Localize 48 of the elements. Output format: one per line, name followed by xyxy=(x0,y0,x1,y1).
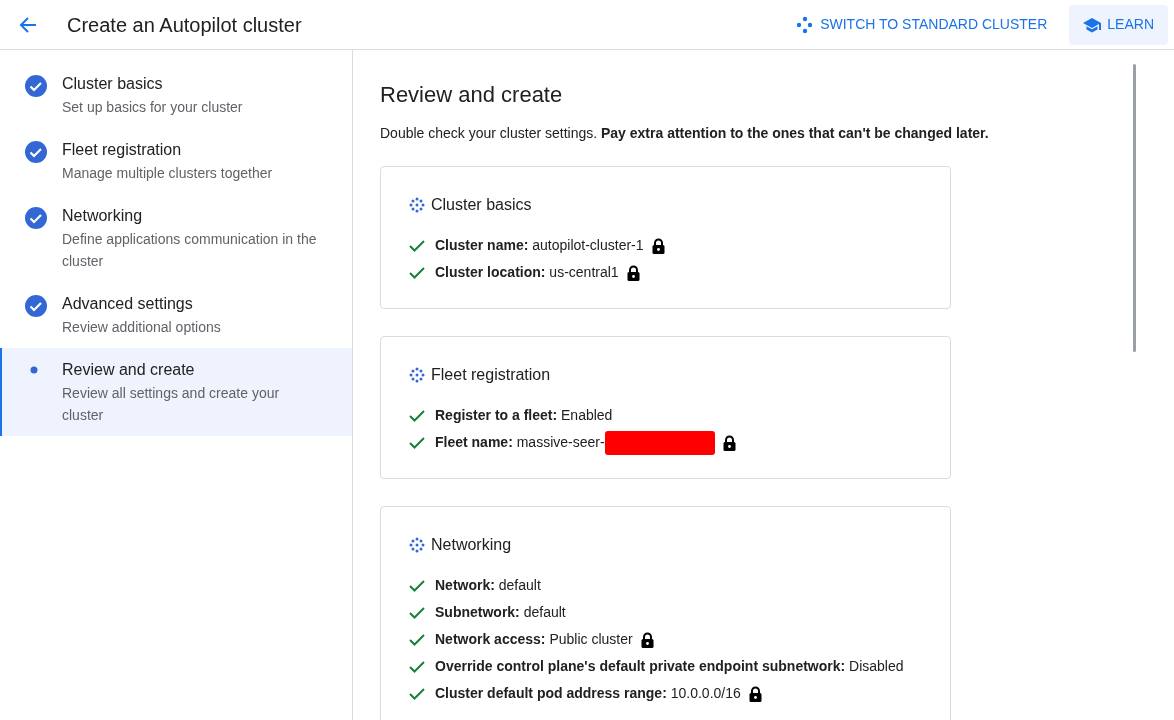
setting-text: Register to a fleet: Enabled xyxy=(435,406,613,425)
dots-icon xyxy=(409,367,425,383)
setting-text: Network: default xyxy=(435,576,541,595)
check-icon xyxy=(409,266,425,279)
setting-text: Cluster name: autopilot-cluster-1 xyxy=(435,236,644,255)
step-title: Advanced settings xyxy=(62,294,194,314)
step-subtitle: Manage multiple clusters together xyxy=(62,164,274,183)
step-item[interactable]: Fleet registration Manage multiple clusters together xyxy=(0,128,352,194)
switch-cluster-button[interactable]: SWITCH TO STANDARD CLUSTER xyxy=(790,6,1054,43)
step-item[interactable]: Cluster basics Set up basics for your cluster xyxy=(0,62,352,128)
check-icon xyxy=(409,606,425,619)
step-item[interactable]: Advanced settings Review additional options xyxy=(0,282,352,348)
step-subtitle: Review additional options xyxy=(62,318,222,337)
check-icon xyxy=(409,436,425,449)
step-title: Fleet registration xyxy=(62,140,183,160)
check-icon xyxy=(409,687,425,700)
page-title: Create an Autopilot cluster xyxy=(67,12,302,38)
step-item[interactable]: Networking Define applications communication in the cluster xyxy=(0,194,352,282)
setting-text: Cluster location: us-central1 xyxy=(435,263,619,282)
setting-text: Override control plane's default private endpoint subnetwork: Disabled xyxy=(435,657,904,676)
step-subtitle: Review all settings and create your cluster xyxy=(62,384,281,425)
step-subtitle: Define applications communication in the cluster xyxy=(62,230,318,271)
scrollbar[interactable] xyxy=(1133,64,1136,352)
dots-icon xyxy=(409,197,425,213)
step-subtitle: Set up basics for your cluster xyxy=(62,98,244,117)
check-icon xyxy=(409,409,425,422)
check-icon xyxy=(409,633,425,646)
step-title: Networking xyxy=(62,206,144,226)
dots-icon xyxy=(409,537,425,553)
setting-text: Network access: Public cluster xyxy=(435,630,633,649)
setting-text: Fleet name: massive-seer- xyxy=(435,433,605,452)
dots-icon xyxy=(796,15,815,34)
check-icon xyxy=(409,660,425,673)
step-title: Review and create xyxy=(62,360,196,380)
card-title: Fleet registration xyxy=(431,365,551,385)
step-item[interactable]: Review and create Review all settings and create your cluster xyxy=(0,348,352,436)
intro-text: Double check your cluster settings. Pay extra attention to the ones that can't be changed later. xyxy=(380,124,990,143)
setting-text: Cluster default pod address range: 10.0.0.0/16 xyxy=(435,684,741,703)
card-title: Networking xyxy=(431,535,512,555)
section-heading: Review and create xyxy=(380,81,564,109)
school-icon xyxy=(1083,16,1102,33)
check-icon xyxy=(409,239,425,252)
learn-button[interactable]: LEARN xyxy=(1069,4,1168,45)
step-title: Cluster basics xyxy=(62,74,164,94)
back-arrow-icon xyxy=(18,14,38,35)
card-title: Cluster basics xyxy=(431,195,532,215)
check-icon xyxy=(409,579,425,592)
setting-text: Subnetwork: default xyxy=(435,603,566,622)
